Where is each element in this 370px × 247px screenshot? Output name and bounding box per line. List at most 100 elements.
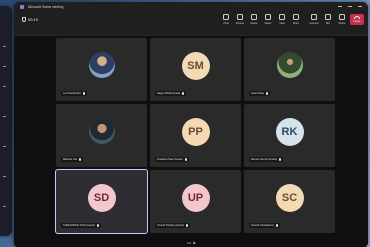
avatar-initials: SD [93,192,110,205]
background-window-line [3,86,6,87]
participant-name: Pradeep Patel (Guest) [157,158,183,161]
raise-hand-button[interactable]: Raise [248,14,260,25]
window-title: Microsoft Teams meeting [28,4,64,9]
participant-tile[interactable]: Mahesh Jha [56,104,147,167]
raise-hand-icon [251,14,257,20]
react-button[interactable]: React [262,14,274,25]
participant-tile[interactable]: Anand Rao [244,38,335,101]
background-window-line [3,176,6,177]
background-window-line [3,206,6,207]
mic-icon [184,158,187,161]
react-label: React [264,22,272,25]
people-button[interactable]: People [234,14,246,25]
participant-avatar: PP [181,118,210,147]
mic-icon [265,92,268,95]
background-window-line [3,146,6,147]
background-window[interactable] [0,6,12,236]
chat-button[interactable]: Chat [220,14,232,25]
video-stage: Lal Chand Dixit SM Sagar Mittal (Guest) … [14,36,368,247]
background-window-line [3,46,6,47]
gallery-pager[interactable]: 1/2 [186,241,196,245]
share-icon [339,14,345,20]
participant-avatar: RK [275,118,304,147]
shield-icon [22,17,26,22]
participant-tile[interactable]: SC Suresh Chakraborty [244,170,335,233]
participant-name-tag: SUDHANSHU DAS (Guest) [61,223,101,228]
desktop: Microsoft Teams meeting 00:19 Chat Peopl… [0,0,370,247]
participant-grid: Lal Chand Dixit SM Sagar Mittal (Guest) … [55,36,335,237]
participant-name: Anand Rao [251,92,264,95]
more-button[interactable]: More [290,14,302,25]
mic-icon [79,158,82,161]
camera-button[interactable]: Camera [308,14,320,25]
participant-photo [276,52,303,79]
toolbar-actions: Chat People Raise React View More Camera… [220,14,364,25]
participant-name-tag: Pradeep Patel (Guest) [155,157,189,162]
mic-icon [325,14,331,20]
meeting-toolbar: 00:19 Chat People Raise React View More … [14,11,368,36]
background-window-line [3,116,6,117]
participant-avatar: UP [181,184,210,213]
participant-tile[interactable]: SM Sagar Mittal (Guest) [150,38,241,101]
participant-name: Suresh Chakraborty [251,224,275,227]
participant-avatar: SM [181,52,210,81]
chevron-right-icon[interactable] [192,241,196,245]
participant-tile[interactable]: UP Umesh Pandey (Guest) [150,170,241,233]
chat-label: Chat [223,22,229,25]
teams-logo-icon [20,4,24,9]
share-button[interactable]: Share [336,14,348,25]
participant-name: SUDHANSHU DAS (Guest) [63,224,95,227]
chat-icon [223,14,229,20]
react-icon [265,14,271,20]
participant-name-tag: Suresh Chakraborty [249,223,281,228]
more-label: More [293,22,299,25]
participant-avatar: SD [87,184,116,213]
more-icon [293,14,299,20]
participant-name: Mahesh Jha [63,158,78,161]
view-button[interactable]: View [276,14,288,25]
leave-button[interactable]: Leave [350,14,364,25]
pager-text: 1/2 [186,241,192,245]
participant-photo [88,118,115,145]
mic-label: Mic [325,22,331,25]
mic-button[interactable]: Mic [322,14,334,25]
participant-tile[interactable]: Lal Chand Dixit [56,38,147,101]
mic-icon [276,224,279,227]
close-icon[interactable] [358,6,362,7]
mic-icon [96,224,99,227]
participant-name-tag: Sagar Mittal (Guest) [155,91,187,96]
maximize-icon[interactable] [348,6,352,7]
participant-name-tag: Umesh Pandey (Guest) [155,223,191,228]
participant-avatar: SC [275,184,304,213]
camera-label: Camera [309,22,319,25]
raise-label: Raise [250,22,258,25]
avatar-initials: UP [187,192,204,205]
window-controls [338,6,362,7]
mic-icon [279,158,282,161]
participant-tile[interactable]: RK Raman Kumar (Guest) [244,104,335,167]
participant-name-tag: Mahesh Jha [61,157,84,162]
view-label: View [279,22,285,25]
avatar-initials: PP [188,126,203,139]
participant-name-tag: Anand Rao [249,91,270,96]
teams-meeting-window: Microsoft Teams meeting 00:19 Chat Peopl… [14,2,368,247]
participant-photo [88,52,115,79]
view-icon [279,14,285,20]
background-window-line [3,66,6,67]
participant-tile-active[interactable]: SD SUDHANSHU DAS (Guest) [55,169,148,234]
participant-name: Lal Chand Dixit [63,92,81,95]
mic-icon [186,224,189,227]
participant-tile[interactable]: PP Pradeep Patel (Guest) [150,104,241,167]
participant-name-tag: Lal Chand Dixit [61,91,87,96]
leave-label: Leave [353,20,361,23]
minimize-icon[interactable] [338,6,342,7]
people-icon [237,14,243,20]
people-label: People [235,22,245,25]
title-bar: Microsoft Teams meeting [14,2,368,11]
meeting-timer: 00:19 [28,17,39,22]
camera-icon [311,14,317,20]
meeting-timer-wrap: 00:19 [22,17,38,22]
participant-name: Raman Kumar (Guest) [251,158,278,161]
avatar-initials: SC [281,192,298,205]
avatar-initials: SM [187,60,204,73]
